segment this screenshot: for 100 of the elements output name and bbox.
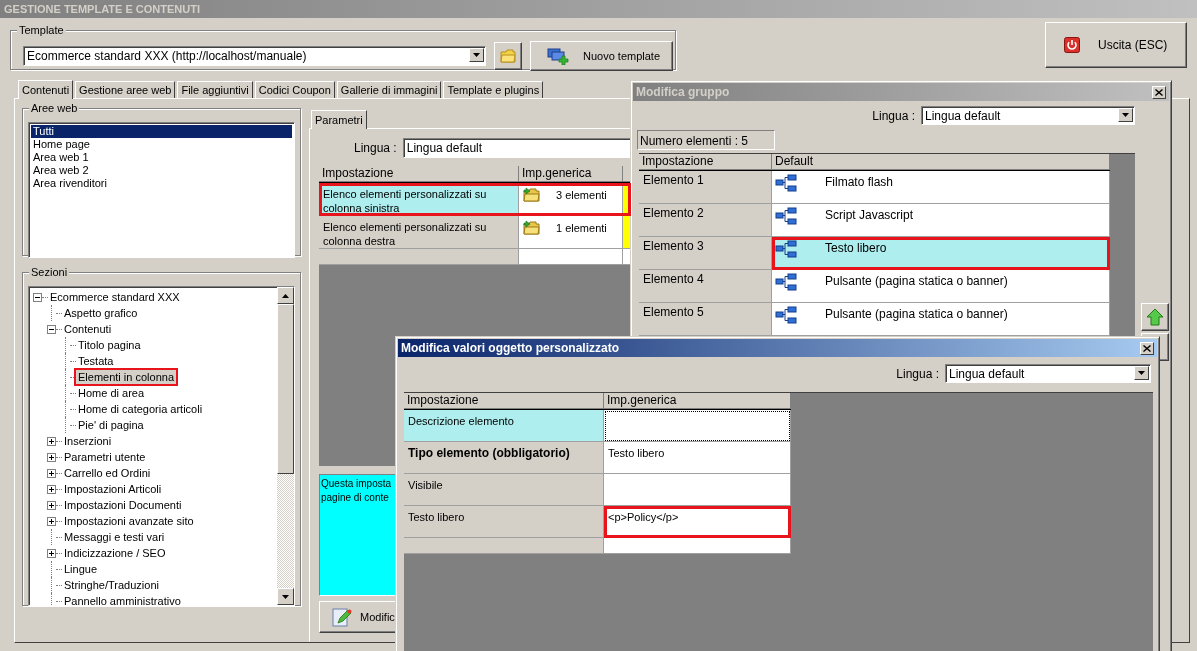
language-label: Lingua :: [354, 141, 397, 155]
hierarchy-icon: [775, 207, 797, 225]
language-dropdown[interactable]: Lingua default: [945, 364, 1151, 383]
count-label: Numero elementi : 5: [637, 130, 775, 150]
tab[interactable]: Gallerie di immagini: [336, 81, 442, 98]
tree-item[interactable]: Impostazioni Documenti: [62, 498, 184, 512]
screens-plus-icon: [547, 47, 569, 65]
collapse-icon[interactable]: [33, 292, 42, 302]
tree-item[interactable]: Lingue: [62, 562, 100, 576]
table-cell: Elemento 5: [639, 303, 772, 336]
tree-connector: [56, 504, 62, 506]
language-dropdown[interactable]: Lingua default: [921, 106, 1135, 125]
table-cell[interactable]: Testo libero: [604, 442, 791, 474]
column-header: Impostazione: [319, 166, 519, 182]
tree-item[interactable]: Pannello amministrativo: [62, 594, 183, 605]
table-cell[interactable]: [604, 410, 791, 442]
tree-item[interactable]: Impostazioni Articoli: [62, 482, 164, 496]
new-template-button[interactable]: Nuovo template: [530, 41, 673, 71]
expand-icon[interactable]: [47, 468, 56, 478]
table-cell: Testo libero: [404, 506, 604, 538]
expand-icon[interactable]: [47, 548, 56, 558]
expand-icon[interactable]: [47, 516, 56, 526]
dropdown-arrow-icon: [473, 53, 480, 57]
list-item[interactable]: Tutti: [31, 125, 292, 138]
table-cell: 1 elementi: [519, 216, 623, 249]
down-arrow-icon: [282, 594, 289, 599]
hierarchy-icon: [775, 240, 797, 258]
tree-item[interactable]: Stringhe/Traduzioni: [62, 578, 161, 592]
list-item[interactable]: Area web 2: [31, 164, 292, 177]
tab[interactable]: Parametri: [311, 110, 367, 129]
tree-item[interactable]: Titolo pagina: [76, 338, 143, 352]
window-title: GESTIONE TEMPLATE E CONTENUTI: [0, 0, 1197, 18]
tree-connector: [56, 328, 62, 330]
list-item[interactable]: Home page: [31, 138, 292, 151]
tree-item[interactable]: Ecommerce standard XXX: [48, 290, 182, 304]
expand-icon[interactable]: [47, 484, 56, 494]
table-cell: Testo libero: [772, 237, 1110, 270]
hierarchy-icon: [775, 273, 797, 291]
tab[interactable]: File aggiuntivi: [177, 81, 253, 98]
folder-button[interactable]: [494, 42, 522, 70]
up-arrow-icon: [1146, 308, 1164, 326]
tree-item[interactable]: Contenuti: [62, 322, 114, 336]
tree-item[interactable]: Aspetto grafico: [62, 306, 140, 320]
pencil-document-icon: [332, 607, 352, 627]
tree-connector: [42, 296, 48, 298]
expand-icon[interactable]: [47, 452, 56, 462]
hierarchy-icon: [775, 174, 797, 192]
tree-item[interactable]: Home di categoria articoli: [76, 402, 205, 416]
exit-button[interactable]: Uscita (ESC): [1045, 22, 1187, 68]
dropdown-arrow-icon: [1122, 113, 1129, 117]
folder-icon: [500, 49, 516, 63]
table-cell: Filmato flash: [772, 171, 1110, 204]
tab[interactable]: Contenuti: [18, 80, 74, 99]
expand-icon[interactable]: [47, 500, 56, 510]
table-cell[interactable]: <p>Policy</p>: [604, 506, 791, 538]
tree-item[interactable]: Elementi in colonna: [76, 370, 176, 384]
tree-item[interactable]: Carrello ed Ordini: [62, 466, 153, 480]
scroll-thumb[interactable]: [277, 304, 294, 474]
tab[interactable]: Gestione aree web: [75, 81, 176, 98]
move-up-button[interactable]: [1141, 303, 1169, 331]
language-label: Lingua :: [896, 366, 939, 381]
dialog-title: Modifica valori oggetto personalizzato: [401, 341, 620, 355]
table-cell: Elemento 3: [639, 237, 772, 270]
power-icon: [1064, 37, 1080, 53]
group-label: Template: [17, 23, 66, 37]
tree-item[interactable]: Pie' di pagina: [76, 418, 146, 432]
table-cell[interactable]: [604, 474, 791, 506]
folder-arrow-icon: [523, 220, 540, 235]
column-header: Default: [772, 154, 1110, 170]
close-icon: [1143, 344, 1151, 352]
table-cell: Elemento 1: [639, 171, 772, 204]
group-label: Aree web: [29, 101, 80, 115]
close-button[interactable]: [1140, 341, 1154, 355]
template-dropdown[interactable]: Ecommerce standard XXX (http://localhost/manuale): [23, 46, 486, 66]
list-item[interactable]: Area rivenditori: [31, 177, 292, 190]
tree-item[interactable]: Messaggi e testi vari: [62, 530, 167, 544]
tab[interactable]: Codici Coupon: [254, 81, 335, 98]
table-cell: Elemento 4: [639, 270, 772, 303]
description-text: pagine di conte: [321, 491, 389, 505]
tree-item[interactable]: Testata: [76, 354, 116, 368]
tree-connector: [56, 552, 62, 554]
tree-item[interactable]: Home di area: [76, 386, 147, 400]
tree-item[interactable]: Inserzioni: [62, 434, 114, 448]
scrollbar[interactable]: [277, 287, 294, 605]
table-cell: Script Javascript: [772, 204, 1110, 237]
scroll-down-button[interactable]: [277, 588, 294, 605]
tree-item[interactable]: Impostazioni avanzate sito: [62, 514, 196, 528]
table-cell: Visibile: [404, 474, 604, 506]
list-item[interactable]: Area web 1: [31, 151, 292, 164]
table-cell: Elenco elementi personalizzati su colonna sinistra: [319, 183, 519, 216]
dialog-title: Modifica gruppo: [636, 85, 730, 99]
close-icon: [1155, 88, 1163, 96]
collapse-icon[interactable]: [47, 324, 56, 334]
table-cell: Pulsante (pagina statica o banner): [772, 303, 1110, 336]
scroll-up-button[interactable]: [277, 287, 294, 304]
tree-item[interactable]: Parametri utente: [62, 450, 148, 464]
tree-item[interactable]: Indicizzazione / SEO: [62, 546, 168, 560]
expand-icon[interactable]: [47, 436, 56, 446]
folder-arrow-icon: [523, 187, 540, 202]
tab[interactable]: Template e plugins: [443, 81, 544, 98]
